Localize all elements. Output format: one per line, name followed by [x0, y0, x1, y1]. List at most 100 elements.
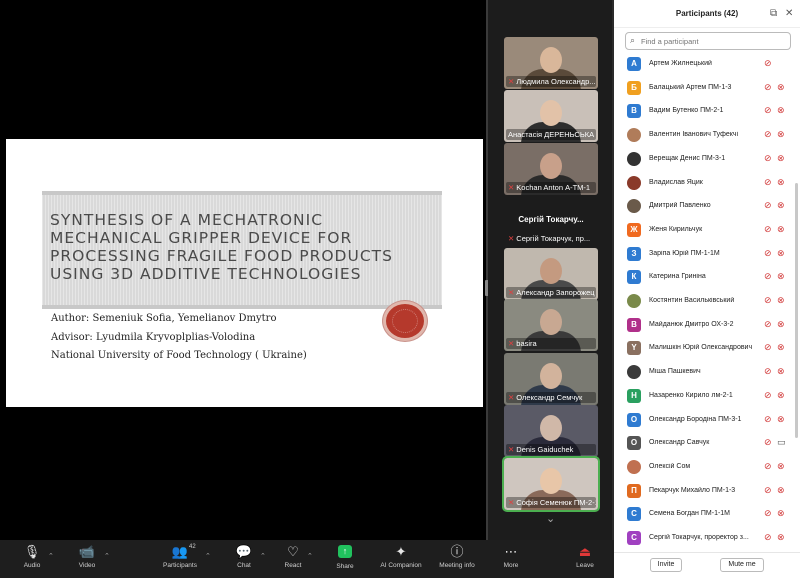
muted-mic-icon: ⊘	[764, 105, 772, 116]
chat-options-caret[interactable]: ⌃	[260, 552, 266, 560]
leave-button[interactable]: ⏏ Leave	[572, 540, 598, 578]
participant-list-scrollbar[interactable]	[795, 183, 798, 438]
participant-row[interactable]: З Заріпа Юрій ПМ-1-1М ⊘ ⊗	[614, 243, 794, 266]
audio-button[interactable]: 🎙 Audio	[18, 540, 46, 578]
video-off-icon: ⊗	[777, 271, 785, 282]
video-off-icon: ⊗	[777, 413, 785, 424]
participant-row[interactable]: Н Назаренко Кирило лм-2-1 ⊘ ⊗	[614, 385, 794, 408]
participant-avatar: О	[627, 436, 641, 451]
participant-row[interactable]: Костянтин Васильківський ⊘ ⊗	[614, 290, 794, 313]
university-seal-logo	[383, 301, 427, 341]
video-off-icon: ⊗	[777, 129, 785, 140]
react-options-caret[interactable]: ⌃	[307, 552, 313, 560]
video-tile[interactable]: ✕ Софія Семенюк ПМ-2-1	[502, 456, 600, 512]
muted-mic-icon: ✕	[508, 393, 515, 402]
muted-mic-icon: ⊘	[764, 389, 772, 400]
muted-mic-icon: ⊘	[764, 129, 772, 140]
muted-mic-icon: ⊘	[764, 176, 772, 187]
video-tile[interactable]: ✕ Denis Gaiduchek	[504, 405, 598, 457]
audio-label: Audio	[23, 562, 41, 569]
mute-me-button[interactable]: Mute me	[720, 558, 764, 572]
search-icon: ⌕	[630, 35, 636, 45]
muted-mic-icon: ⊘	[764, 200, 772, 211]
meeting-info-button[interactable]: ⓘ Meeting info	[436, 540, 478, 578]
tile-name-label: ✕ Софія Семенюк ПМ-2-1	[506, 497, 596, 508]
video-off-icon: ⊗	[777, 318, 785, 329]
participant-avatar: З	[627, 246, 641, 261]
search-input[interactable]	[641, 35, 786, 47]
participant-avatar	[627, 459, 641, 474]
tile-name-text: Александр Запорожец	[516, 288, 595, 297]
participant-avatar: С	[627, 507, 641, 522]
participant-row[interactable]: Б Балацький Артем ПМ-1-3 ⊘ ⊗	[614, 77, 794, 100]
muted-mic-icon: ⊘	[764, 247, 772, 258]
participant-row[interactable]: Олексій Сом ⊘ ⊗	[614, 456, 794, 479]
participant-name: Дмитрий Павленко	[649, 202, 711, 210]
sparkle-icon: ✦	[395, 544, 407, 559]
video-tile[interactable]: ✕ basira	[504, 299, 598, 351]
video-options-caret[interactable]: ⌃	[104, 552, 110, 560]
participant-row[interactable]: К Катерина Гриніна ⊘ ⊗	[614, 266, 794, 289]
participant-row[interactable]: A Артем Жилнецький ⊘	[614, 53, 794, 76]
share-button[interactable]: ↑ Share	[331, 540, 359, 578]
participant-row[interactable]: Дмитрий Павленко ⊘ ⊗	[614, 195, 794, 218]
participant-row[interactable]: П Пекарчук Михайло ПМ-1-3 ⊘ ⊗	[614, 480, 794, 503]
close-icon[interactable]: ✕	[785, 8, 793, 19]
participant-row[interactable]: Валентин Іванович Туфекчі ⊘ ⊗	[614, 124, 794, 147]
pop-out-icon[interactable]: ⧉	[770, 8, 777, 19]
muted-mic-icon: ✕	[508, 445, 515, 454]
gallery-scroll-down-icon[interactable]: ⌄	[546, 512, 555, 525]
participant-row[interactable]: О Олександр Бородіна ПМ-3-1 ⊘ ⊗	[614, 409, 794, 432]
audio-options-caret[interactable]: ⌃	[48, 552, 54, 560]
more-button[interactable]: ⋯ More	[498, 540, 524, 578]
muted-mic-icon: ✕	[508, 288, 515, 297]
muted-mic-icon: ⊘	[764, 366, 772, 377]
participant-row[interactable]: О Олександр Савчук ⊘ ▭	[614, 432, 794, 455]
participant-row[interactable]: В Майданюк Дмитро ОХ-3-2 ⊘ ⊗	[614, 314, 794, 337]
participant-video-face	[540, 309, 562, 335]
participant-row[interactable]: С Сергій Токарчук, проректор з... ⊘ ⊗	[614, 527, 794, 550]
participant-video-face	[540, 468, 562, 494]
participant-row[interactable]: Верещак Денис ПМ-3-1 ⊘ ⊗	[614, 148, 794, 171]
participant-avatar	[627, 128, 641, 143]
tile-center-name: Сергій Токарчу...	[518, 215, 584, 224]
participants-options-caret[interactable]: ⌃	[205, 552, 211, 560]
more-label: More	[503, 562, 519, 569]
participant-name: Пекарчук Михайло ПМ-1-3	[649, 486, 736, 494]
ai-companion-button[interactable]: ✦ AI Companion	[376, 540, 426, 578]
participant-avatar	[627, 199, 641, 214]
participant-row[interactable]: С Семена Богдан ПМ-1-1М ⊘ ⊗	[614, 503, 794, 526]
participant-row[interactable]: Ж Женя Кирильчук ⊘ ⊗	[614, 219, 794, 242]
chat-label: Chat	[237, 562, 251, 569]
video-tile[interactable]: ✕ Kochan Anton А-ТМ-1	[504, 143, 598, 195]
muted-mic-icon: ⊘	[764, 58, 772, 68]
tile-name-text: Анастасія ДЕРЕНЬСЬКА	[508, 130, 595, 139]
shared-screen: Synthesis of a Mechatronic Mechanical Gr…	[0, 0, 486, 540]
video-tile[interactable]: ✕ Олександр Семчук	[504, 353, 598, 405]
video-button[interactable]: 📹 Video	[73, 540, 101, 578]
video-tile[interactable]: ✕ Александр Запорожец	[504, 248, 598, 300]
muted-mic-icon: ⊘	[764, 342, 772, 353]
video-tile[interactable]: ✕ Сергій Токарчук, пр...	[504, 232, 598, 246]
video-off-icon: ⊗	[777, 342, 785, 353]
participant-row[interactable]: Y Малишкін Юрій Олександрович ⊘ ⊗	[614, 337, 794, 360]
muted-mic-icon: ⊘	[764, 532, 772, 542]
video-tile[interactable]: Анастасія ДЕРЕНЬСЬКА	[504, 90, 598, 142]
react-button[interactable]: ♡ React	[279, 540, 307, 578]
participant-row[interactable]: Владислав Яцик ⊘ ⊗	[614, 172, 794, 195]
video-off-icon: ⊗	[777, 484, 785, 495]
chat-button[interactable]: 💬 Chat	[230, 540, 258, 578]
leave-icon: ⏏	[578, 544, 592, 559]
invite-button[interactable]: Invite	[650, 558, 682, 572]
participant-search[interactable]: ⌕	[625, 32, 791, 50]
participant-row[interactable]: Міша Пашкевич ⊘ ⊗	[614, 361, 794, 384]
chat-bubble-icon: 💬	[235, 544, 253, 559]
participant-row[interactable]: В Вадим Бутенко ПМ-2-1 ⊘ ⊗	[614, 100, 794, 123]
video-off-icon: ⊗	[777, 105, 785, 116]
slide-advisor: Advisor: Lyudmila Kryvoplplias-Volodina	[51, 332, 256, 343]
heart-icon: ♡	[287, 544, 299, 559]
participant-name: Семена Богдан ПМ-1-1М	[649, 510, 731, 518]
video-off-icon: ⊗	[777, 200, 785, 211]
muted-mic-icon: ⊘	[764, 295, 772, 305]
video-tile[interactable]: ✕ Людмила Олександр...	[504, 37, 598, 89]
